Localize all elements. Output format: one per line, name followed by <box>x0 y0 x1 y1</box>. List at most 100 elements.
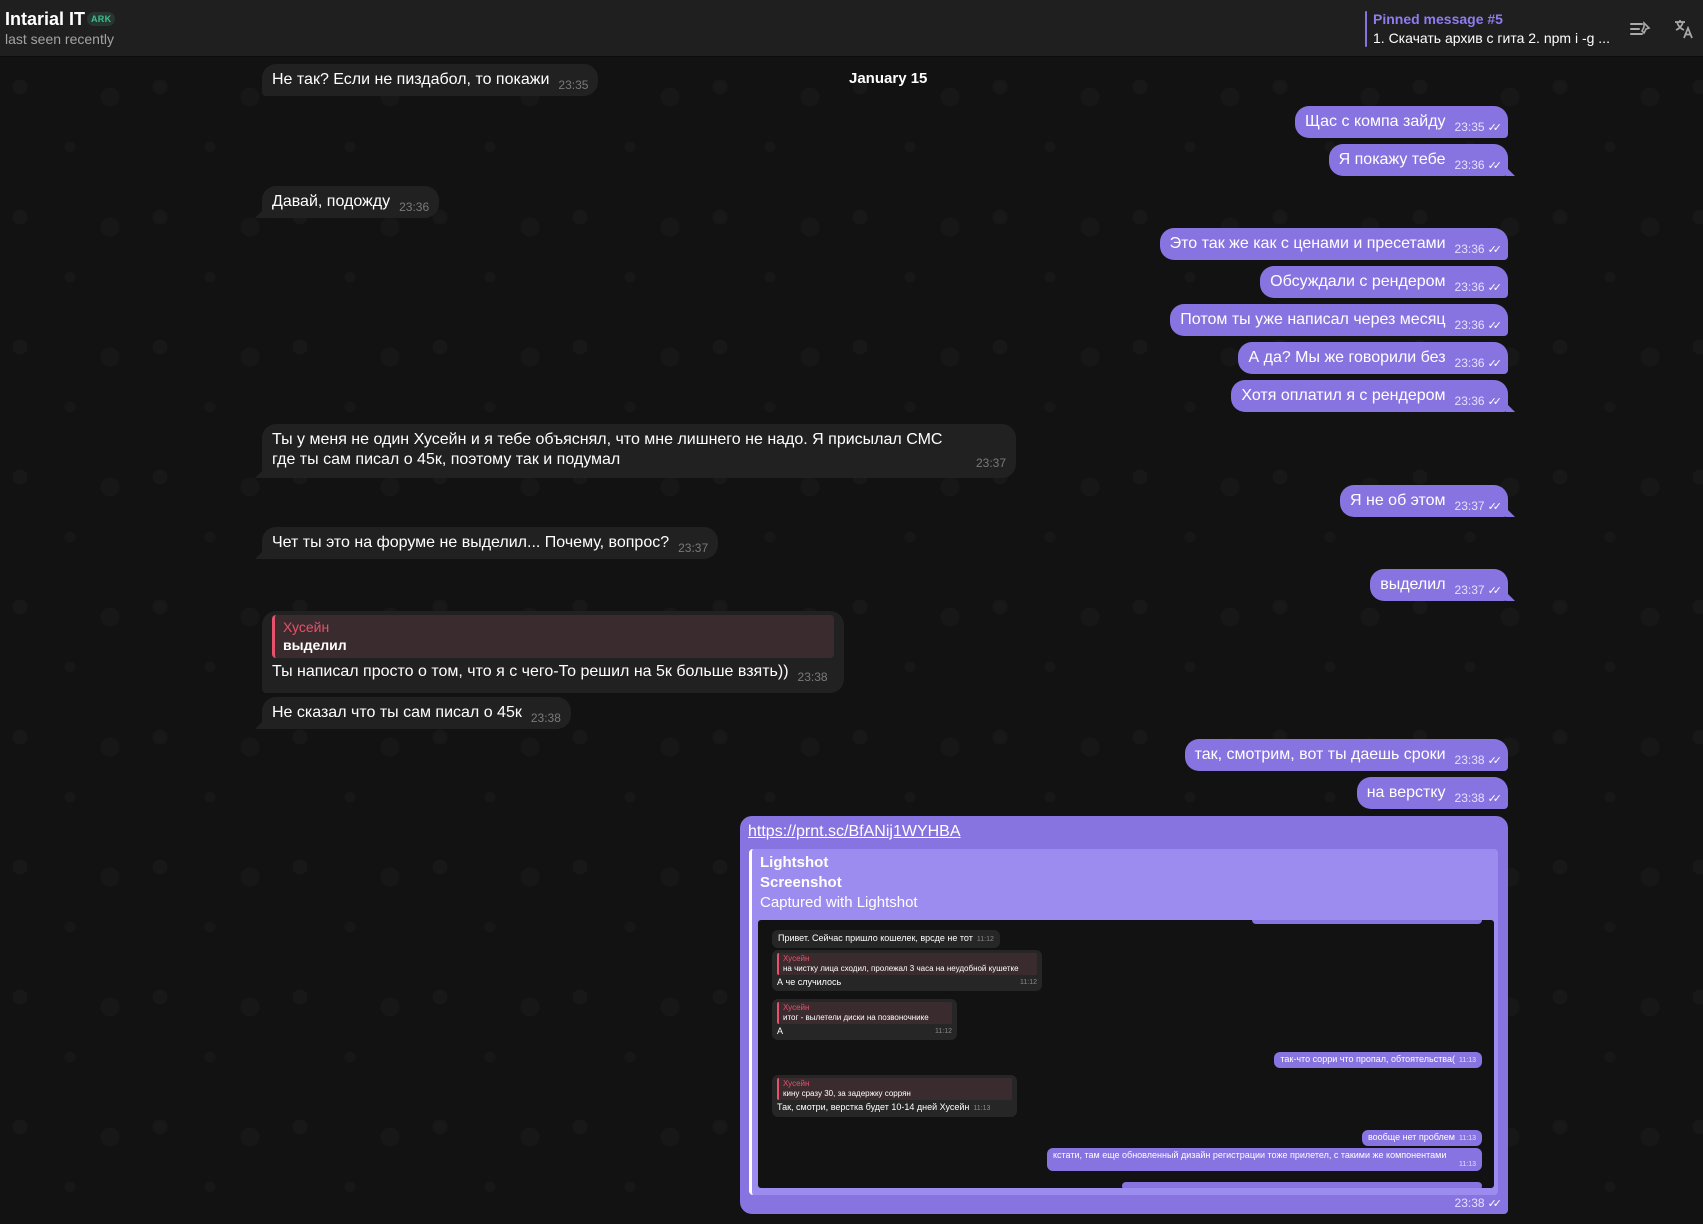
message-time: 23:36 <box>1454 318 1485 332</box>
message-time: 23:36 <box>1454 280 1485 294</box>
mini-message-time: 11:13 <box>1459 1057 1476 1064</box>
message-text: на верстку <box>1366 784 1446 801</box>
mini-message-time: 11:13 <box>1459 1135 1476 1142</box>
mini-reply-quote: Хусейн на чистку лица сходил, пролежал 3… <box>777 953 1037 975</box>
preview-image[interactable]: Привет. Сейчас пришло кошелек, врсде не … <box>758 920 1494 1188</box>
reply-text: выделил <box>283 637 347 653</box>
message-text: Я покажу тебе <box>1338 151 1446 168</box>
mini-message-outgoing: кстати, там еще обновленный дизайн регис… <box>1047 1148 1482 1171</box>
link-preview[interactable]: Lightshot Screenshot Captured with Light… <box>749 849 1498 1195</box>
double-check-icon: ✓✓ <box>1487 282 1503 294</box>
preview-title: Screenshot <box>760 874 842 891</box>
message-outgoing-link[interactable]: https://prnt.sc/BfANij1WYHBA Lightshot S… <box>740 816 1508 1214</box>
message-incoming[interactable]: Чет ты это на форуме не выделил... Почем… <box>254 527 719 559</box>
message-time: 23:35 <box>558 78 589 92</box>
double-check-icon: ✓✓ <box>1487 501 1503 513</box>
message-time: 23:37 <box>1454 583 1485 597</box>
message-text: так, смотрим, вот ты даешь сроки <box>1194 746 1446 763</box>
preview-site-name: Lightshot <box>760 854 829 871</box>
message-incoming-reply[interactable]: Хусейн выделил Ты написал просто о том, … <box>262 611 844 693</box>
message-text: Не так? Если не пиздабол, то покажи <box>272 71 550 88</box>
message-time: 23:38 <box>1454 1196 1485 1210</box>
message-text: Ты у меня не один Хусейн и я тебе объясн… <box>272 431 943 468</box>
mini-reply-text: итог - вылетели диски на позвоночнике <box>783 1013 929 1022</box>
message-text: А да? Мы же говорили без <box>1248 349 1446 366</box>
message-text: Это так же как с ценами и пресетами <box>1169 235 1446 252</box>
message-outgoing[interactable]: А да? Мы же говорили без 23:36 ✓✓ <box>1238 342 1508 374</box>
message-outgoing[interactable]: Щас с компа зайду 23:35 ✓✓ <box>1294 106 1508 138</box>
double-check-icon: ✓✓ <box>1487 396 1503 408</box>
double-check-icon: ✓✓ <box>1487 755 1503 767</box>
message-time: 23:38 <box>1454 753 1485 767</box>
chat-header[interactable]: Intarial IT ARK last seen recently Pinne… <box>0 0 1703 57</box>
mini-reply-author: Хусейн <box>783 1003 810 1012</box>
message-incoming[interactable]: Давай, подожду 23:36 <box>254 186 440 218</box>
message-text: Хотя оплатил я с рендером <box>1241 387 1446 404</box>
mini-message-incoming: Хусейн на чистку лица сходил, пролежал 3… <box>772 950 1042 991</box>
message-outgoing[interactable]: Я не об этом 23:37 ✓✓ <box>1339 485 1516 517</box>
mini-message-outgoing <box>1252 920 1482 924</box>
message-outgoing[interactable]: Хотя оплатил я с рендером 23:36 ✓✓ <box>1231 380 1515 412</box>
mini-message-outgoing <box>1122 1182 1482 1188</box>
double-check-icon: ✓✓ <box>1487 358 1503 370</box>
message-time: 23:38 <box>797 670 828 684</box>
pinned-message-title[interactable]: Pinned message #5 <box>1373 11 1503 27</box>
mini-message-text: Привет. Сейчас пришло кошелек, врсде не … <box>778 933 973 943</box>
message-time: 23:37 <box>1454 499 1485 513</box>
pinned-list-icon[interactable] <box>1626 15 1654 43</box>
double-check-icon: ✓✓ <box>1487 244 1503 256</box>
mini-message-time: 11:13 <box>1459 1161 1476 1168</box>
peer-name[interactable]: Intarial IT <box>5 9 85 30</box>
message-outgoing[interactable]: Я покажу тебе 23:36 ✓✓ <box>1328 144 1516 176</box>
mini-message-time: 11:13 <box>973 1105 991 1112</box>
mini-reply-quote: Хусейн итог - вылетели диски на позвоноч… <box>777 1002 952 1024</box>
message-time: 23:36 <box>1454 158 1485 172</box>
translate-icon[interactable] <box>1670 15 1698 43</box>
double-check-icon: ✓✓ <box>1487 1198 1503 1210</box>
message-outgoing[interactable]: Потом ты уже написал через месяц 23:36 ✓✓ <box>1170 304 1508 336</box>
mini-message-text: Так, смотри, верстка будет 10-14 дней Ху… <box>777 1102 970 1112</box>
mini-message-time: 11:12 <box>935 1028 952 1035</box>
message-outgoing[interactable]: выделил 23:37 ✓✓ <box>1370 569 1515 601</box>
mini-message-time: 11:12 <box>976 936 994 943</box>
mini-message-outgoing: вообще нет проблем 11:13 <box>1361 1130 1482 1146</box>
double-check-icon: ✓✓ <box>1487 320 1503 332</box>
message-outgoing[interactable]: Обсуждали с рендером 23:36 ✓✓ <box>1260 266 1508 298</box>
message-time: 23:36 <box>1454 394 1485 408</box>
message-incoming[interactable]: Не сказал что ты сам писал о 45к 23:38 <box>255 697 571 729</box>
message-time: 23:38 <box>1454 791 1485 805</box>
message-text: Я не об этом <box>1349 492 1446 509</box>
mini-reply-author: Хусейн <box>783 954 810 963</box>
message-time: 23:35 <box>1454 120 1485 134</box>
message-incoming[interactable]: Не так? Если не пиздабол, то покажи 23:35 <box>262 64 599 96</box>
message-time: 23:36 <box>399 200 430 214</box>
double-check-icon: ✓✓ <box>1487 585 1503 597</box>
mini-message-incoming: Хусейн кину сразу 30, за задержку соррян… <box>772 1075 1017 1117</box>
mini-reply-author: Хусейн <box>783 1079 810 1088</box>
message-outgoing[interactable]: Это так же как с ценами и пресетами 23:36… <box>1159 228 1508 260</box>
message-incoming[interactable]: Ты у меня не один Хусейн и я тебе объясн… <box>255 424 1016 478</box>
message-time: 23:37 <box>678 541 709 555</box>
message-outgoing[interactable]: так, смотрим, вот ты даешь сроки 23:38 ✓✓ <box>1184 739 1508 771</box>
mini-reply-quote: Хусейн кину сразу 30, за задержку соррян <box>777 1078 1012 1100</box>
message-link[interactable]: https://prnt.sc/BfANij1WYHBA <box>748 822 1500 842</box>
message-time: 23:36 <box>1454 356 1485 370</box>
double-check-icon: ✓✓ <box>1487 793 1503 805</box>
double-check-icon: ✓✓ <box>1487 160 1503 172</box>
pinned-indicator <box>1365 11 1367 47</box>
preview-description: Captured with Lightshot <box>760 894 918 911</box>
reply-quote[interactable]: Хусейн выделил <box>272 615 834 658</box>
double-check-icon: ✓✓ <box>1487 122 1503 134</box>
message-time: 23:38 <box>530 711 561 725</box>
message-text: Ты написал просто о том, что я с чего-То… <box>272 663 789 680</box>
reply-author: Хусейн <box>283 619 330 635</box>
mini-message-incoming: Хусейн итог - вылетели диски на позвоноч… <box>772 999 957 1040</box>
message-outgoing[interactable]: на верстку 23:38 ✓✓ <box>1356 777 1508 809</box>
message-time: 23:36 <box>1454 242 1485 256</box>
mini-reply-text: на чистку лица сходил, пролежал 3 часа н… <box>783 964 1019 973</box>
mini-message-text: так-что сорри что пропал, обтоятельства( <box>1280 1054 1455 1064</box>
pinned-message-text[interactable]: 1. Скачать архив с гита 2. npm i -g ... <box>1373 30 1611 46</box>
mini-message-text: А че случилось <box>777 977 842 987</box>
peer-badge: ARK <box>87 12 116 26</box>
message-text: Чет ты это на форуме не выделил... Почем… <box>272 534 670 551</box>
